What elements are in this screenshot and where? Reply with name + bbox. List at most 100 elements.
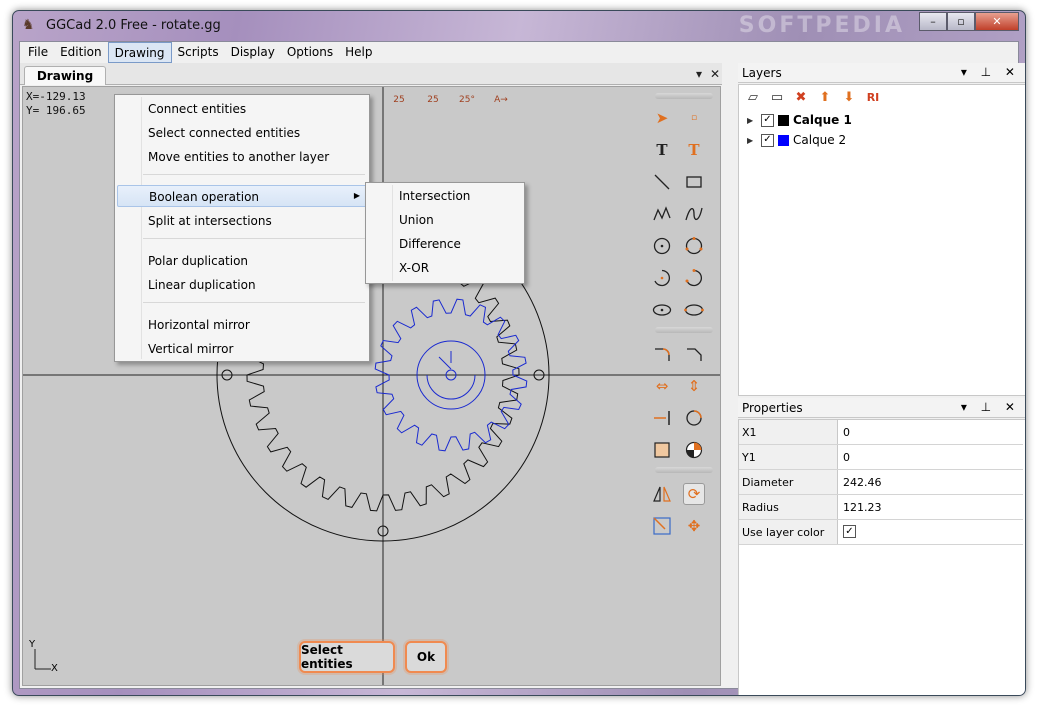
- move-icon[interactable]: ✥: [683, 515, 705, 537]
- menu-split-at-intersections[interactable]: Split at intersections: [117, 210, 367, 232]
- arc-three-point-icon[interactable]: [683, 267, 705, 289]
- delete-layer-icon[interactable]: ✖: [793, 89, 809, 105]
- move-up-icon[interactable]: ⬆: [817, 89, 833, 105]
- tab-close-icon[interactable]: ✕: [710, 67, 720, 81]
- fillet-icon[interactable]: [651, 343, 673, 365]
- property-value[interactable]: 242.46: [843, 476, 882, 489]
- menu-drawing[interactable]: Drawing: [107, 42, 172, 63]
- circle-three-point-icon[interactable]: [683, 235, 705, 257]
- mirror-icon[interactable]: [651, 483, 673, 505]
- ellipse-icon[interactable]: [651, 299, 673, 321]
- rename-icon[interactable]: RI: [865, 89, 881, 105]
- property-value[interactable]: 0: [843, 426, 850, 439]
- chamfer-icon[interactable]: [683, 343, 705, 365]
- text-icon[interactable]: T: [651, 139, 673, 161]
- use-layer-color-checkbox[interactable]: ✓: [843, 525, 860, 538]
- property-row-diameter: Diameter 242.46: [739, 470, 1023, 495]
- expand-icon[interactable]: ▶: [747, 116, 761, 125]
- layer-color-swatch[interactable]: [778, 114, 789, 126]
- menu-display[interactable]: Display: [225, 42, 281, 63]
- ellipse-three-point-icon[interactable]: [683, 299, 705, 321]
- pie-chart-icon[interactable]: [683, 439, 705, 461]
- checkbox-box[interactable]: ✓: [843, 525, 856, 538]
- boolean-submenu: Intersection Union Difference X-OR: [365, 182, 525, 284]
- submenu-x-or[interactable]: X-OR: [368, 257, 522, 279]
- document-tab-strip: Drawing ▾ ✕: [20, 63, 722, 85]
- extend-icon[interactable]: [651, 407, 673, 429]
- expand-icon[interactable]: ▶: [747, 136, 761, 145]
- new-layer-icon[interactable]: ▱: [745, 89, 761, 105]
- menu-boolean-operation[interactable]: Boolean operation ▶: [117, 185, 367, 207]
- menu-linear-duplication[interactable]: Linear duplication: [117, 274, 367, 296]
- horizontal-move-icon[interactable]: ⇔: [651, 375, 673, 397]
- trim-circle-icon[interactable]: [683, 407, 705, 429]
- menu-options[interactable]: Options: [281, 42, 339, 63]
- minimize-button[interactable]: –: [919, 12, 947, 31]
- vertical-move-icon[interactable]: ⇕: [683, 375, 705, 397]
- close-button[interactable]: ✕: [975, 12, 1019, 31]
- text-dimension-icon[interactable]: A→: [489, 89, 513, 111]
- menu-polar-duplication[interactable]: Polar duplication: [117, 250, 367, 272]
- menu-bar: File Edition Drawing Scripts Display Opt…: [20, 42, 1018, 63]
- submenu-union[interactable]: Union: [368, 209, 522, 231]
- axis-x-label: X: [51, 663, 58, 674]
- menu-separator: [143, 174, 365, 175]
- maximize-button[interactable]: ▫: [947, 12, 975, 31]
- window-title: GGCad 2.0 Free - rotate.gg: [46, 18, 221, 33]
- menu-move-entities-to-layer[interactable]: Move entities to another layer: [117, 146, 367, 168]
- tab-pin-icon[interactable]: ▾: [696, 67, 702, 81]
- layer-name: Calque 2: [793, 133, 847, 147]
- arc-center-icon[interactable]: [651, 267, 673, 289]
- title-bar[interactable]: ♞ GGCad 2.0 Free - rotate.gg SOFTPEDIA –…: [13, 11, 1025, 41]
- menu-horizontal-mirror[interactable]: Horizontal mirror: [117, 314, 367, 336]
- rectangle-icon[interactable]: [683, 171, 705, 193]
- layers-panel: ▱ ▭ ✖ ⬆ ⬇ RI ▶ ✓ Calque 1 ▶ ✓ Calque 2: [738, 84, 1025, 396]
- layer-color-swatch[interactable]: [778, 134, 789, 146]
- spline-icon[interactable]: [683, 203, 705, 225]
- select-entities-button[interactable]: Select entities: [299, 641, 395, 673]
- tab-drawing[interactable]: Drawing: [24, 66, 106, 85]
- property-value[interactable]: 0: [843, 451, 850, 464]
- window-controls: – ▫ ✕: [919, 12, 1019, 31]
- layer-visible-checkbox[interactable]: ✓: [761, 133, 774, 147]
- property-key: Use layer color: [739, 520, 838, 544]
- scale-icon[interactable]: [651, 515, 673, 537]
- select-arrow-icon[interactable]: ➤: [651, 107, 673, 129]
- property-value[interactable]: 121.23: [843, 501, 882, 514]
- line-icon[interactable]: [651, 171, 673, 193]
- hatch-icon[interactable]: [651, 439, 673, 461]
- layer-visible-checkbox[interactable]: ✓: [761, 113, 774, 127]
- vertical-dimension-icon[interactable]: 25: [421, 89, 445, 111]
- horizontal-dimension-icon[interactable]: 25: [387, 89, 411, 111]
- circle-center-icon[interactable]: [651, 235, 673, 257]
- submenu-difference[interactable]: Difference: [368, 233, 522, 255]
- menu-file[interactable]: File: [22, 42, 54, 63]
- menu-vertical-mirror[interactable]: Vertical mirror: [117, 338, 367, 360]
- property-key: Y1: [739, 445, 838, 469]
- softpedia-watermark: SOFTPEDIA: [738, 13, 905, 38]
- axis-indicator: Y X: [29, 639, 59, 675]
- text-style-icon[interactable]: T: [683, 139, 705, 161]
- menu-separator: [143, 302, 365, 303]
- ok-button[interactable]: Ok: [405, 641, 447, 673]
- rotate-icon[interactable]: ⟳: [683, 483, 705, 505]
- menu-connect-entities[interactable]: Connect entities: [117, 98, 367, 120]
- menu-edition[interactable]: Edition: [54, 42, 108, 63]
- menu-scripts[interactable]: Scripts: [172, 42, 225, 63]
- side-panels: Layers ▾ ⊥ ✕ ▱ ▭ ✖ ⬆ ⬇ RI ▶ ✓ Calque 1 ▶…: [738, 63, 1025, 695]
- menu-select-connected-entities[interactable]: Select connected entities: [117, 122, 367, 144]
- layer-row-calque-2[interactable]: ▶ ✓ Calque 2: [747, 131, 846, 149]
- submenu-intersection[interactable]: Intersection: [368, 185, 522, 207]
- layer-row-calque-1[interactable]: ▶ ✓ Calque 1: [747, 111, 852, 129]
- move-down-icon[interactable]: ⬇: [841, 89, 857, 105]
- polyline-icon[interactable]: [651, 203, 673, 225]
- cursor-coordinates: X=-129.13 Y= 196.65: [26, 90, 86, 117]
- menu-boolean-operation-label: Boolean operation: [149, 190, 260, 204]
- properties-panel-controls[interactable]: ▾ ⊥ ✕: [961, 400, 1020, 414]
- layers-panel-controls[interactable]: ▾ ⊥ ✕: [961, 65, 1020, 79]
- menu-help[interactable]: Help: [339, 42, 378, 63]
- duplicate-layer-icon[interactable]: ▭: [769, 89, 785, 105]
- point-icon[interactable]: ▫: [683, 107, 705, 129]
- angle-dimension-icon[interactable]: 25°: [455, 89, 479, 111]
- property-key: Radius: [739, 495, 838, 519]
